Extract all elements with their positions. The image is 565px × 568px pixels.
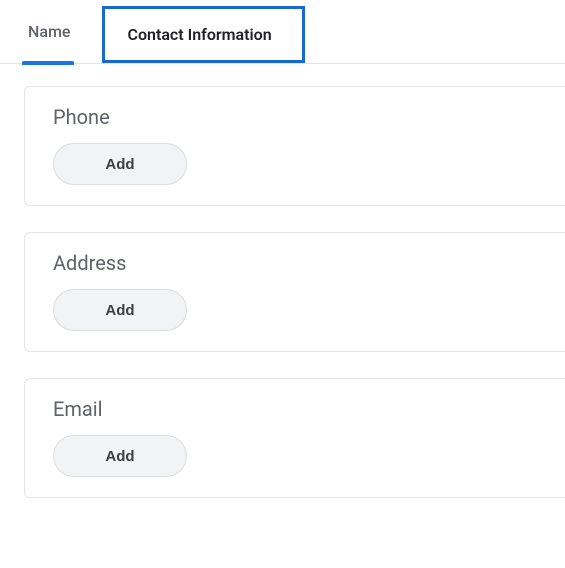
tab-contact-information[interactable]: Contact Information — [102, 6, 304, 63]
add-phone-button-label: Add — [105, 156, 134, 173]
add-email-button-label: Add — [105, 448, 134, 465]
tab-name-underline — [22, 61, 74, 65]
section-phone: Phone Add — [24, 86, 565, 206]
section-email: Email Add — [24, 378, 565, 498]
tab-strip: Name Contact Information — [0, 0, 565, 64]
add-address-button[interactable]: Add — [53, 289, 187, 331]
section-address: Address Add — [24, 232, 565, 352]
tab-name[interactable]: Name — [18, 0, 88, 63]
add-phone-button[interactable]: Add — [53, 143, 187, 185]
tab-name-label: Name — [28, 22, 70, 41]
add-address-button-label: Add — [105, 302, 134, 319]
add-email-button[interactable]: Add — [53, 435, 187, 477]
section-address-title: Address — [53, 251, 565, 275]
content-area: Phone Add Address Add Email Add — [0, 64, 565, 498]
section-email-title: Email — [53, 397, 565, 421]
section-phone-title: Phone — [53, 105, 565, 129]
tab-contact-label: Contact Information — [127, 25, 271, 44]
